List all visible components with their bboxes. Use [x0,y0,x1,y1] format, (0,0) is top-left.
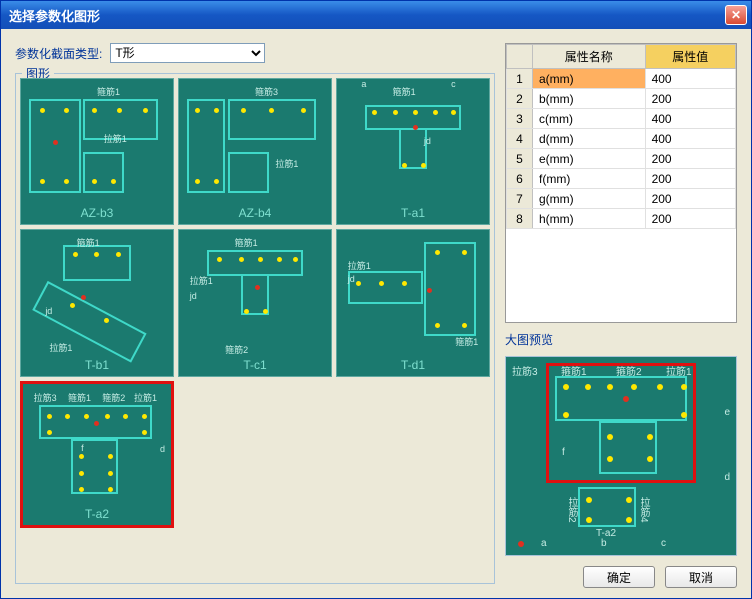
close-button[interactable]: ✕ [725,5,747,25]
graphics-grid: 箍筋1 拉筋1 AZ-b3 箍筋3 [20,78,490,528]
property-table[interactable]: 属性名称 属性值 1 a(mm) 400 2 b(mm) [505,43,737,323]
table-row[interactable]: 1 a(mm) 400 [507,69,736,89]
cell-label: T-c1 [243,358,266,372]
graphics-fieldset: 图形 箍筋1 拉筋1 [15,73,495,584]
table-header-row: 属性名称 属性值 [507,45,736,69]
table-row[interactable]: 2 b(mm) 200 [507,89,736,109]
section-type-select[interactable]: T形 [110,43,265,63]
close-icon: ✕ [731,8,741,22]
cell-label: AZ-b4 [239,206,272,220]
cell-label: T-b1 [85,358,109,372]
graphic-t-c1[interactable]: 箍筋1 箍筋2 拉筋1 jd T-c1 [178,229,332,376]
section-type-row: 参数化截面类型: T形 [15,43,495,63]
table-row[interactable]: 5 e(mm) 200 [507,149,736,169]
graphic-t-b1[interactable]: 箍筋1 拉筋1 jd T-b1 [20,229,174,376]
table-row[interactable]: 3 c(mm) 400 [507,109,736,129]
cancel-button[interactable]: 取消 [665,566,737,588]
graphic-t-a1[interactable]: 箍筋1 jd a c T-a1 [336,78,490,225]
graphic-az-b3[interactable]: 箍筋1 拉筋1 AZ-b3 [20,78,174,225]
right-column: 属性名称 属性值 1 a(mm) 400 2 b(mm) [505,43,737,584]
table-row[interactable]: 7 g(mm) 200 [507,189,736,209]
cell-label: AZ-b3 [81,206,114,220]
graphic-t-d1[interactable]: 拉筋1 jd 箍筋1 T-d1 [336,229,490,376]
window-title: 选择参数化图形 [9,6,100,25]
col-name: 属性名称 [533,45,646,69]
preview-box: 拉筋3 箍筋1 箍筋2 拉筋1 拉筋2 拉筋4 [505,356,737,556]
col-value: 属性值 [645,45,735,69]
preview-section: 大图预览 拉筋3 箍筋1 箍筋2 拉筋1 拉筋2 拉筋4 [505,331,737,556]
cell-label: T-a1 [401,206,425,220]
preview-selection-frame [546,363,696,483]
graphic-t-a2[interactable]: 拉筋3 箍筋1 箍筋2 拉筋1 d f T-a2 [20,381,174,528]
dialog-body: 参数化截面类型: T形 图形 [1,29,751,598]
section-type-label: 参数化截面类型: [15,45,102,62]
dialog-window: 选择参数化图形 ✕ 参数化截面类型: T形 图形 [0,0,752,599]
table-row[interactable]: 8 h(mm) 200 [507,209,736,229]
ok-button[interactable]: 确定 [583,566,655,588]
table-row[interactable]: 6 f(mm) 200 [507,169,736,189]
title-bar: 选择参数化图形 ✕ [1,1,751,29]
left-column: 参数化截面类型: T形 图形 [15,43,495,584]
cell-label: T-a2 [85,507,109,521]
preview-label: 大图预览 [505,331,737,348]
button-row: 确定 取消 [583,566,737,588]
table-row[interactable]: 4 d(mm) 400 [507,129,736,149]
graphic-az-b4[interactable]: 箍筋3 拉筋1 AZ-b4 [178,78,332,225]
cell-label: T-d1 [401,358,425,372]
col-blank [507,45,533,69]
